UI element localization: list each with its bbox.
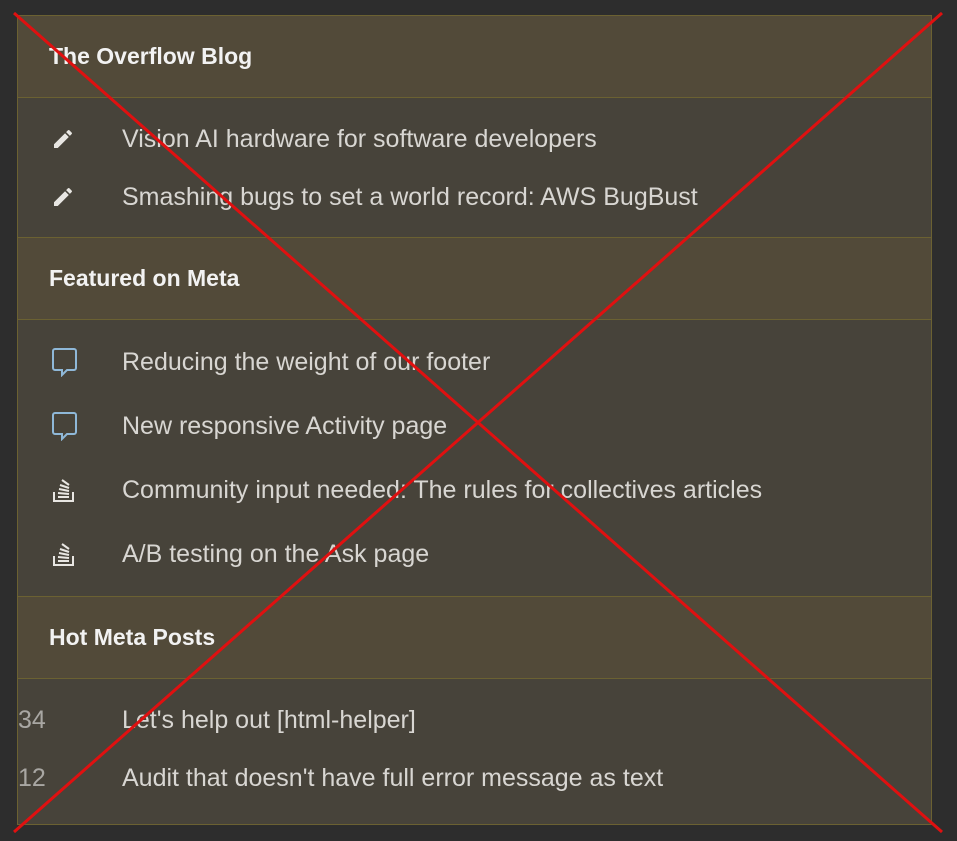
hot-meta-score: 12 (18, 763, 46, 792)
stack-exchange-icon (18, 476, 122, 504)
meta-section-title: Featured on Meta (49, 265, 240, 291)
hot-meta-score: 34 (18, 705, 46, 734)
pencil-icon (18, 185, 122, 209)
hot-meta-item[interactable]: 12 Audit that doesn't have full error me… (18, 749, 931, 807)
sidebar-widget: The Overflow Blog Vision AI hardware for… (17, 15, 932, 825)
meta-list: Reducing the weight of our footer New re… (18, 320, 931, 596)
blog-section-header: The Overflow Blog (18, 16, 931, 98)
blog-item[interactable]: Vision AI hardware for software develope… (18, 110, 931, 168)
speech-bubble-icon (18, 347, 122, 377)
meta-section-header: Featured on Meta (18, 237, 931, 320)
blog-item-link[interactable]: Smashing bugs to set a world record: AWS… (122, 183, 698, 212)
meta-item[interactable]: New responsive Activity page (18, 394, 931, 458)
meta-item-link[interactable]: Reducing the weight of our footer (122, 348, 490, 377)
hot-meta-section-header: Hot Meta Posts (18, 596, 931, 679)
meta-item[interactable]: A/B testing on the Ask page (18, 522, 931, 586)
stack-exchange-icon (18, 540, 122, 568)
meta-item[interactable]: Community input needed: The rules for co… (18, 458, 931, 522)
meta-item-link[interactable]: A/B testing on the Ask page (122, 540, 429, 569)
hot-meta-list: 34 Let's help out [html-helper] 12 Audit… (18, 679, 931, 807)
blog-list: Vision AI hardware for software develope… (18, 98, 931, 237)
meta-item-link[interactable]: Community input needed: The rules for co… (122, 476, 762, 505)
hot-meta-item-link[interactable]: Audit that doesn't have full error messa… (122, 764, 663, 793)
screen: The Overflow Blog Vision AI hardware for… (0, 0, 957, 841)
blog-item[interactable]: Smashing bugs to set a world record: AWS… (18, 168, 931, 226)
hot-meta-section-title: Hot Meta Posts (49, 624, 216, 650)
speech-bubble-icon (18, 411, 122, 441)
hot-meta-item-link[interactable]: Let's help out [html-helper] (122, 706, 416, 735)
hot-meta-item[interactable]: 34 Let's help out [html-helper] (18, 691, 931, 749)
meta-item-link[interactable]: New responsive Activity page (122, 412, 447, 441)
blog-section-title: The Overflow Blog (49, 43, 253, 69)
blog-item-link[interactable]: Vision AI hardware for software develope… (122, 125, 597, 154)
meta-item[interactable]: Reducing the weight of our footer (18, 330, 931, 394)
pencil-icon (18, 127, 122, 151)
